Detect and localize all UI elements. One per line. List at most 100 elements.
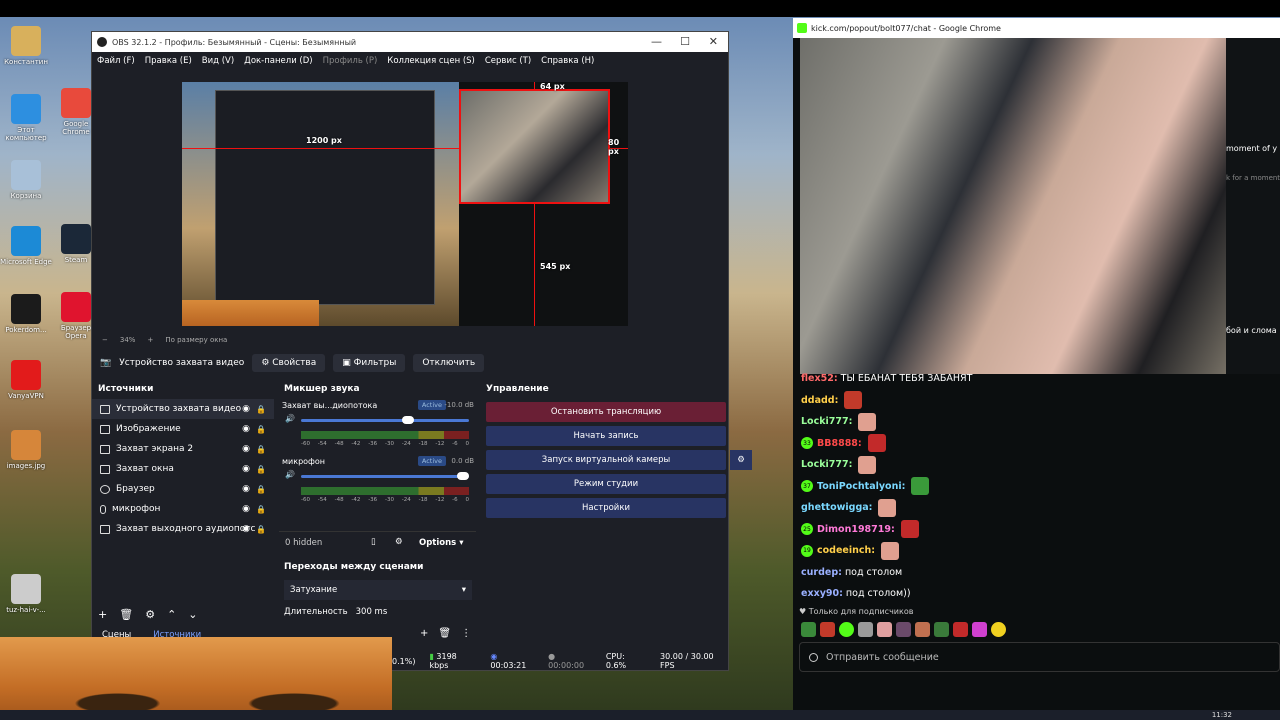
emote-icon[interactable] <box>953 622 968 637</box>
source-item[interactable]: Захват окна ◉ 🔒 <box>92 459 274 479</box>
chat-username[interactable]: ToniPochtalyoni: <box>817 481 905 492</box>
virtual-camera-button[interactable]: Запуск виртуальной камеры ⚙ <box>486 450 752 470</box>
chat-username[interactable]: ddadd: <box>801 395 838 406</box>
deactivate-button[interactable]: Отключить <box>413 354 485 372</box>
menu-profile[interactable]: Профиль (P) <box>323 56 378 66</box>
visibility-eye-icon[interactable]: ◉ <box>242 464 250 474</box>
more-icon[interactable]: ⋮ <box>461 628 471 639</box>
chrome-window[interactable]: kick.com/popout/bolt077/chat - Google Ch… <box>793 18 1280 710</box>
menu-file[interactable]: Файл (F) <box>97 56 135 66</box>
add-icon[interactable]: + <box>98 608 107 621</box>
emote-icon[interactable] <box>858 622 873 637</box>
desktop-icon[interactable]: Pokerdom... <box>0 294 52 334</box>
volume-slider[interactable] <box>301 416 469 424</box>
volume-knob[interactable] <box>457 472 469 480</box>
settings-button[interactable]: Настройки <box>486 498 726 518</box>
emote-icon[interactable] <box>991 622 1006 637</box>
channel-name[interactable]: микрофон <box>282 457 325 466</box>
chat-username[interactable]: curdep: <box>801 567 842 578</box>
mixer-gear-icon[interactable]: ⚙ <box>395 537 403 547</box>
gear-icon[interactable]: ⚙ <box>145 608 155 621</box>
chat-username[interactable]: Locki777: <box>801 416 852 427</box>
gear-icon[interactable]: ⚙ <box>730 450 752 470</box>
desktop-icon[interactable]: Константин <box>0 26 52 66</box>
lock-icon[interactable]: 🔒 <box>256 525 266 534</box>
lock-icon[interactable]: 🔒 <box>256 445 266 454</box>
chat-username[interactable]: Locki777: <box>801 459 852 470</box>
preview-area[interactable]: 1200 px 64 px 80 px 545 px − 34% + По ра… <box>92 70 728 344</box>
visibility-eye-icon[interactable]: ◉ <box>242 424 250 434</box>
chat-username[interactable]: BB8888: <box>817 438 862 449</box>
lock-icon[interactable]: 🔒 <box>256 505 266 514</box>
menu-help[interactable]: Справка (H) <box>541 56 594 66</box>
emote-icon[interactable] <box>934 622 949 637</box>
stop-stream-button[interactable]: Остановить трансляцию <box>486 402 726 422</box>
chat-username[interactable]: flex52: <box>801 373 838 384</box>
visibility-eye-icon[interactable]: ◉ <box>242 444 250 454</box>
menu-scene-collection[interactable]: Коллекция сцен (S) <box>387 56 475 66</box>
emote-icon[interactable] <box>801 622 816 637</box>
layout-icon[interactable]: ▯ <box>371 537 376 547</box>
desktop-icon[interactable]: VanyaVPN <box>0 360 52 400</box>
menu-view[interactable]: Вид (V) <box>202 56 234 66</box>
maximize-icon[interactable]: ☐ <box>680 35 690 48</box>
studio-mode-button[interactable]: Режим студии <box>486 474 726 494</box>
source-item[interactable]: микрофон ◉ 🔒 <box>92 499 274 519</box>
preview-canvas[interactable]: 1200 px 64 px 80 px 545 px <box>182 82 628 326</box>
visibility-eye-icon[interactable]: ◉ <box>242 484 250 494</box>
chat-username[interactable]: Dimon198719: <box>817 524 895 535</box>
properties-button[interactable]: ⚙ Свойства <box>252 354 326 372</box>
emote-icon[interactable] <box>839 622 854 637</box>
lock-icon[interactable]: 🔒 <box>256 485 266 494</box>
lock-icon[interactable]: 🔒 <box>256 405 266 414</box>
source-item[interactable]: Захват экрана 2 ◉ 🔒 <box>92 439 274 459</box>
chat-input[interactable]: Отправить сообщение <box>799 642 1280 672</box>
emote-icon[interactable] <box>877 622 892 637</box>
trash-icon[interactable]: 🗑 <box>119 608 133 621</box>
zoom-out-icon[interactable]: − <box>102 336 108 344</box>
channel-name[interactable]: Захват вы...диопотока <box>282 401 377 410</box>
transition-select[interactable]: Затухание ▾ <box>284 580 472 600</box>
desktop-icon[interactable]: Microsoft Edge <box>0 226 52 266</box>
menu-docks[interactable]: Док-панели (D) <box>244 56 312 66</box>
source-item[interactable]: Браузер ◉ 🔒 <box>92 479 274 499</box>
source-item[interactable]: Устройство захвата видео ◉ 🔒 <box>92 399 274 419</box>
hidden-count[interactable]: 0 hidden <box>285 538 322 548</box>
trash-icon[interactable]: 🗑 <box>438 628 451 639</box>
visibility-eye-icon[interactable]: ◉ <box>242 524 250 534</box>
chrome-titlebar[interactable]: kick.com/popout/bolt077/chat - Google Ch… <box>793 18 1280 38</box>
menu-edit[interactable]: Правка (E) <box>145 56 192 66</box>
emote-icon[interactable] <box>972 622 987 637</box>
lock-icon[interactable]: 🔒 <box>256 425 266 434</box>
desktop-icon[interactable]: Корзина <box>0 160 52 200</box>
menu-tools[interactable]: Сервис (T) <box>485 56 531 66</box>
duration-input[interactable]: 300 ms <box>356 607 388 617</box>
video-capture-source[interactable] <box>459 89 610 204</box>
obs-window[interactable]: OBS 32.1.2 - Профиль: Безымянный - Сцены… <box>91 31 752 671</box>
emote-icon[interactable] <box>820 622 835 637</box>
options-button[interactable]: Options ▾ <box>419 538 463 548</box>
visibility-eye-icon[interactable]: ◉ <box>242 404 250 414</box>
chat-username[interactable]: codeeinch: <box>817 545 875 556</box>
volume-slider[interactable] <box>301 472 469 480</box>
fit-mode-select[interactable]: По размеру окна <box>165 336 227 344</box>
desktop-icon[interactable]: tuz-hai-v-... <box>0 574 52 614</box>
close-icon[interactable]: ✕ <box>709 35 718 48</box>
desktop-icon[interactable]: images.jpg <box>0 430 52 470</box>
emote-icon[interactable] <box>896 622 911 637</box>
chat-username[interactable]: ghettowigga: <box>801 502 872 513</box>
volume-knob[interactable] <box>402 416 415 424</box>
filters-button[interactable]: ▣ Фильтры <box>333 354 406 372</box>
desktop-icon[interactable]: Этот компьютер <box>0 94 52 142</box>
start-recording-button[interactable]: Начать запись <box>486 426 726 446</box>
zoom-in-icon[interactable]: + <box>147 336 153 344</box>
lock-icon[interactable]: 🔒 <box>256 465 266 474</box>
chat-username[interactable]: exxy90: <box>801 588 843 599</box>
speaker-icon[interactable]: 🔊 <box>285 470 295 479</box>
chevron-up-icon[interactable]: ⌃ <box>167 608 176 621</box>
visibility-eye-icon[interactable]: ◉ <box>242 504 250 514</box>
source-item[interactable]: Захват выходного аудиопотс ◉ 🔒 <box>92 519 274 539</box>
emote-icon[interactable] <box>915 622 930 637</box>
obs-titlebar[interactable]: OBS 32.1.2 - Профиль: Безымянный - Сцены… <box>92 32 728 52</box>
emoji-icon[interactable] <box>809 653 818 662</box>
